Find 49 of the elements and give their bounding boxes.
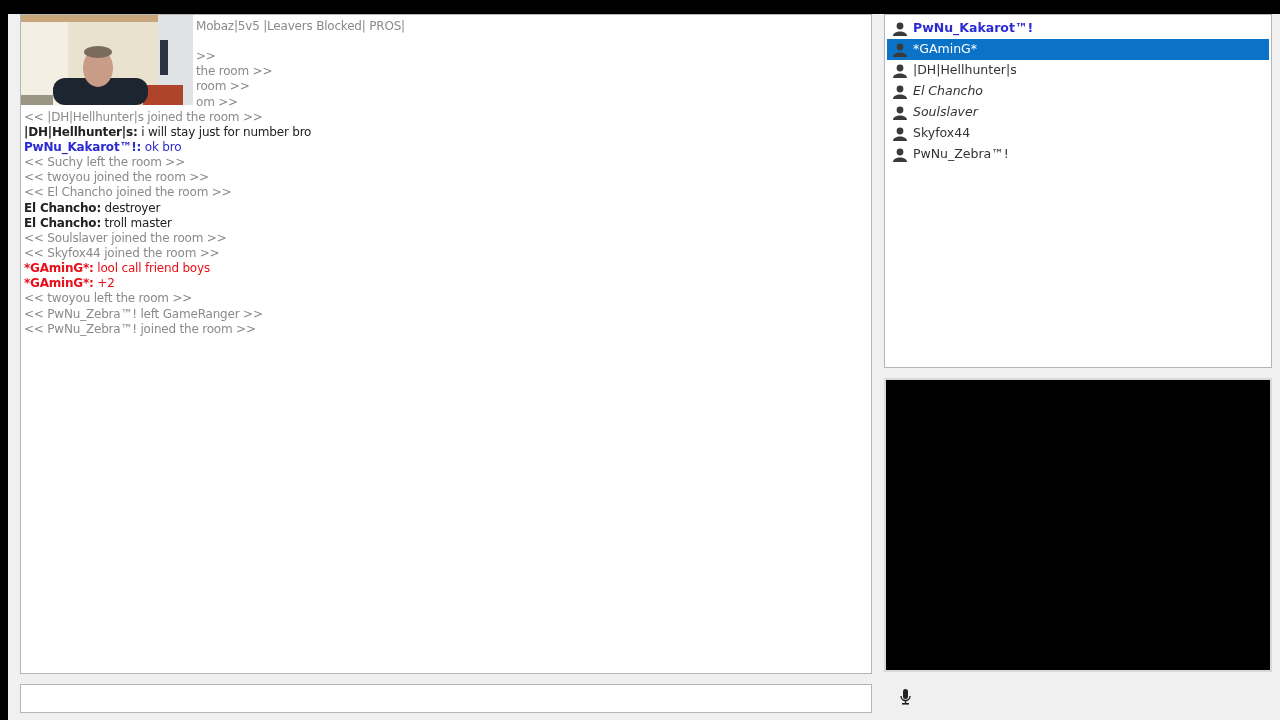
person-icon (893, 42, 907, 57)
user-list-item[interactable]: PwNu_Kakarot™! (887, 18, 1269, 39)
sender-name: El Chancho: (24, 200, 101, 215)
message-input[interactable] (20, 684, 872, 713)
chat-line: << twoyou left the room >> (24, 291, 194, 307)
chat-line: >> (195, 49, 217, 65)
user-list-item[interactable]: PwNu_Zebra™! (887, 144, 1269, 165)
person-icon (893, 147, 907, 162)
person-icon (893, 21, 907, 36)
chat-line: << |DH|Hellhunter|s joined the room >> (24, 109, 264, 125)
user-name: *GAminG* (913, 40, 977, 59)
user-name: PwNu_Kakarot™! (913, 19, 1034, 38)
sender-name: PwNu_Kakarot™!: (24, 140, 142, 154)
message-text: lool call friend boys (96, 261, 210, 276)
chat-line: << twoyou joined the room >> (24, 170, 210, 186)
person-icon (893, 105, 907, 120)
person-icon (893, 126, 907, 141)
user-list-item[interactable]: *GAminG* (887, 39, 1269, 60)
person-icon (893, 84, 907, 99)
chat-line: << PwNu_Zebra™! left GameRanger >> (24, 306, 264, 322)
chat-line: << Soulslaver joined the room >> (24, 230, 228, 246)
user-list-item[interactable]: Soulslaver (887, 102, 1269, 123)
chat-line: room >> (195, 79, 251, 95)
chat-line: << PwNu_Zebra™! joined the room >> (24, 321, 257, 337)
message-text: troll master (103, 215, 172, 230)
user-list-item[interactable]: |DH|Hellhunter|s (887, 60, 1269, 81)
chat-line: the room >> (195, 64, 274, 80)
chat-line: Mobaz|5v5 |Leavers Blocked| PROS| (195, 19, 406, 35)
user-name: El Chancho (913, 82, 984, 101)
chat-line: << Suchy left the room >> (24, 155, 186, 171)
chat-line: om >> (195, 94, 239, 110)
message-text: destroyer (103, 200, 161, 215)
person-icon (893, 63, 907, 78)
sender-name: *GAminG*: (24, 276, 94, 291)
user-name: Soulslaver (913, 103, 978, 122)
user-name: Skyfox44 (913, 124, 971, 143)
sender-name: El Chancho: (24, 215, 101, 230)
user-name: |DH|Hellhunter|s (913, 61, 1017, 80)
user-name: PwNu_Zebra™! (913, 145, 1009, 164)
microphone-icon[interactable] (900, 689, 911, 705)
chat-line: << Skyfox44 joined the room >> (24, 245, 221, 262)
chat-line: << El Chancho joined the room >> (24, 185, 233, 201)
user-list-item[interactable]: El Chancho (887, 81, 1269, 102)
sender-name: |DH|Hellhunter|s: (24, 124, 138, 139)
user-list-item[interactable]: Skyfox44 (887, 123, 1269, 144)
message-text: i will stay just for number bro (140, 124, 312, 139)
message-text: +2 (96, 276, 115, 291)
sender-name: *GAminG*: (24, 261, 94, 276)
message-text: ok bro (143, 140, 182, 154)
